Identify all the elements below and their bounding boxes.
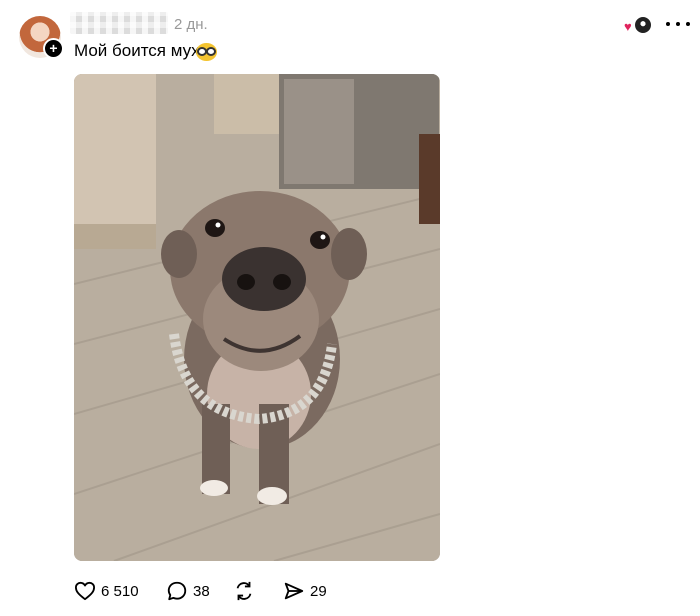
mini-avatar	[634, 16, 652, 34]
dot-icon	[666, 22, 670, 26]
send-paper-plane-icon	[284, 582, 304, 600]
like-button[interactable]: 6 510	[74, 579, 139, 603]
more-options-button[interactable]	[664, 17, 692, 31]
follow-plus-icon[interactable]: +	[43, 38, 64, 59]
repost-arrows-icon	[236, 581, 252, 601]
dot-icon	[686, 22, 690, 26]
post-photo[interactable]	[74, 74, 440, 561]
share-count: 29	[310, 582, 327, 600]
author-avatar[interactable]: +	[19, 16, 64, 59]
thread-post: + 2 дн. Мой боится мух ♥ 6 510 38 29	[0, 0, 700, 616]
dot-icon	[676, 22, 680, 26]
repost-button[interactable]	[233, 579, 260, 603]
author-username[interactable]	[70, 12, 168, 34]
share-button[interactable]: 29	[283, 579, 327, 603]
heart-outline-icon	[75, 581, 95, 601]
heart-icon: ♥	[624, 19, 632, 34]
comment-button[interactable]: 38	[166, 579, 210, 603]
comment-count: 38	[193, 582, 210, 600]
liked-by-badge[interactable]: ♥	[624, 15, 652, 35]
nerd-face-emoji-icon	[196, 43, 217, 61]
post-caption: Мой боится мух	[74, 41, 200, 60]
comment-bubble-icon	[167, 581, 187, 601]
post-time[interactable]: 2 дн.	[174, 16, 208, 33]
like-count: 6 510	[101, 582, 139, 600]
dog-photo-illustration	[74, 74, 440, 561]
